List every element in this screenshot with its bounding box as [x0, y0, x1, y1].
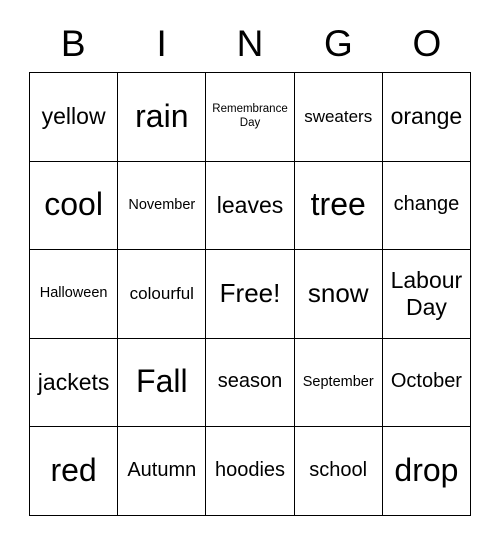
bingo-cell[interactable]: drop [382, 427, 472, 516]
bingo-row: red Autumn hoodies school drop [30, 427, 472, 516]
bingo-cell[interactable]: Autumn [118, 427, 207, 516]
bingo-cell[interactable]: October [382, 338, 472, 427]
bingo-cell[interactable]: Labour Day [382, 250, 472, 339]
bingo-cell[interactable]: November [118, 161, 207, 250]
bingo-cell[interactable]: jackets [30, 338, 119, 427]
bingo-cell-label: Remembrance Day [212, 103, 288, 129]
bingo-cell-label: orange [390, 103, 463, 130]
bingo-cell[interactable]: cool [30, 161, 119, 250]
bingo-row: cool November leaves tree change [30, 161, 472, 250]
bingo-header-letter-n: N [236, 22, 264, 64]
bingo-cell-label: season [217, 370, 283, 393]
bingo-cell[interactable]: snow [294, 250, 383, 339]
bingo-cell-label: school [309, 458, 368, 481]
bingo-cell[interactable]: tree [294, 161, 383, 250]
bingo-cell[interactable]: red [30, 427, 119, 516]
bingo-cell[interactable]: sweaters [294, 73, 383, 162]
bingo-cell[interactable]: hoodies [206, 427, 295, 516]
bingo-row: yellow rain Remembrance Day sweaters ora… [30, 73, 472, 162]
bingo-cell-label: Free! [219, 278, 281, 309]
bingo-cell-label: snow [307, 278, 369, 309]
bingo-cell-label: leaves [216, 191, 284, 218]
bingo-cell-label: sweaters [304, 106, 373, 126]
bingo-row: Halloween colourful Free! snow Labour Da… [30, 250, 472, 339]
bingo-cell-label: jackets [37, 368, 110, 395]
bingo-cell-label: Autumn [127, 458, 197, 481]
bingo-cell[interactable]: leaves [206, 161, 295, 250]
bingo-card: B I N G O yellow rain Remembrance Day sw… [29, 14, 472, 516]
bingo-cell[interactable]: Fall [118, 338, 207, 427]
bingo-cell-label: red [50, 451, 97, 488]
bingo-cell-label: colourful [129, 283, 194, 303]
bingo-cell[interactable]: orange [382, 73, 472, 162]
bingo-cell-label: drop [394, 451, 459, 488]
bingo-grid: yellow rain Remembrance Day sweaters ora… [29, 72, 472, 516]
bingo-cell[interactable]: season [206, 338, 295, 427]
bingo-cell-label: November [128, 196, 196, 213]
bingo-cell-label: Labour Day [390, 266, 463, 320]
bingo-cell[interactable]: Remembrance Day [206, 73, 295, 162]
bingo-header-letter-g: G [324, 22, 353, 64]
bingo-row: jackets Fall season September October [30, 338, 472, 427]
bingo-cell-label: September [302, 373, 374, 390]
bingo-cell[interactable]: colourful [118, 250, 207, 339]
bingo-header-letter-i: I [156, 22, 167, 64]
bingo-cell[interactable]: yellow [30, 73, 119, 162]
bingo-header-letter-b: B [60, 22, 86, 64]
bingo-header-letter-o: O [412, 22, 442, 64]
bingo-cell-label: tree [310, 186, 366, 223]
bingo-cell-label: cool [44, 186, 103, 223]
bingo-cell[interactable]: school [294, 427, 383, 516]
bingo-header: B I N G O [29, 14, 471, 72]
bingo-cell[interactable]: September [294, 338, 383, 427]
bingo-cell-label: Halloween [39, 285, 108, 302]
bingo-cell[interactable]: Halloween [30, 250, 119, 339]
bingo-cell-label: Fall [136, 363, 188, 400]
bingo-cell-label: October [390, 370, 462, 393]
bingo-cell-label: hoodies [214, 458, 286, 481]
bingo-cell[interactable]: change [382, 161, 472, 250]
bingo-cell-label: rain [135, 97, 189, 134]
bingo-cell-label: yellow [41, 103, 106, 130]
bingo-cell-label: change [393, 193, 460, 216]
bingo-cell-free[interactable]: Free! [206, 250, 295, 339]
bingo-cell[interactable]: rain [118, 73, 207, 162]
